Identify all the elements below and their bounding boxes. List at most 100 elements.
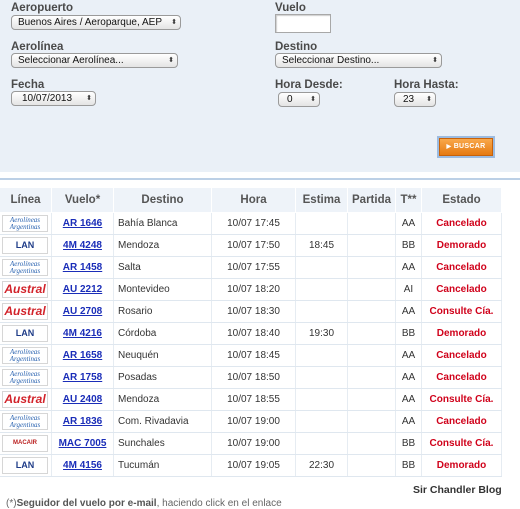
time-cell: 10/07 19:00 bbox=[212, 433, 296, 454]
footnote-prefix: (*) bbox=[6, 498, 17, 509]
airline-logo-aa: Aerolíneas Argentinas bbox=[2, 215, 48, 232]
airline-logo-austral: Austral bbox=[2, 303, 48, 320]
status-cell: Consulte Cía. bbox=[422, 389, 502, 410]
airline-logo-lan: LAN bbox=[2, 325, 48, 342]
table-row: Aerolíneas Argentinas AR 1758 Posadas 10/07 … bbox=[0, 367, 502, 389]
estimate-cell bbox=[296, 213, 348, 234]
hora-desde-value: 0 bbox=[287, 94, 293, 105]
flight-link[interactable]: 4M 4248 bbox=[52, 235, 114, 256]
destination-cell: Córdoba bbox=[114, 323, 212, 344]
flight-link[interactable]: AR 1658 bbox=[52, 345, 114, 366]
destino-select[interactable]: Seleccionar Destino... ⬍ bbox=[275, 53, 442, 68]
estimate-cell bbox=[296, 301, 348, 322]
chevron-updown-icon: ⬍ bbox=[310, 96, 316, 103]
airline-cell: Aerolíneas Argentinas bbox=[0, 257, 52, 278]
fecha-select[interactable]: 10/07/2013 ⬍ bbox=[11, 91, 96, 106]
time-cell: 10/07 17:50 bbox=[212, 235, 296, 256]
aeropuerto-select[interactable]: Buenos Aires / Aeroparque, AEP ⬍ bbox=[11, 15, 181, 30]
footnote: (*)Seguidor del vuelo por e-mail, hacien… bbox=[6, 498, 282, 509]
header-linea: Línea bbox=[0, 188, 52, 212]
flight-link[interactable]: 4M 4216 bbox=[52, 323, 114, 344]
estimate-cell bbox=[296, 367, 348, 388]
table-row: Austral AU 2708 Rosario 10/07 18:30 AA Consul… bbox=[0, 301, 502, 323]
time-cell: 10/07 18:55 bbox=[212, 389, 296, 410]
terminal-cell: AI bbox=[396, 279, 422, 300]
estimate-cell: 19:30 bbox=[296, 323, 348, 344]
status-cell: Cancelado bbox=[422, 213, 502, 234]
time-cell: 10/07 19:00 bbox=[212, 411, 296, 432]
flight-link[interactable]: AR 1458 bbox=[52, 257, 114, 278]
airline-cell: MACAIR bbox=[0, 433, 52, 454]
header-partida: Partida bbox=[348, 188, 396, 212]
flight-link[interactable]: AR 1836 bbox=[52, 411, 114, 432]
estimate-cell bbox=[296, 433, 348, 454]
header-destino: Destino bbox=[114, 188, 212, 212]
flight-link[interactable]: AR 1758 bbox=[52, 367, 114, 388]
hora-hasta-label: Hora Hasta: bbox=[394, 79, 459, 91]
flight-link[interactable]: AU 2212 bbox=[52, 279, 114, 300]
hora-desde-label: Hora Desde: bbox=[275, 79, 343, 91]
time-cell: 10/07 18:20 bbox=[212, 279, 296, 300]
airline-cell: LAN bbox=[0, 235, 52, 256]
hora-desde-select[interactable]: 0 ⬍ bbox=[278, 92, 320, 107]
chevron-updown-icon: ⬍ bbox=[86, 95, 92, 102]
flight-link[interactable]: 4M 4156 bbox=[52, 455, 114, 476]
airline-logo-austral: Austral bbox=[2, 281, 48, 298]
hora-hasta-select[interactable]: 23 ⬍ bbox=[394, 92, 436, 107]
table-top-divider bbox=[0, 178, 520, 180]
estimate-cell bbox=[296, 411, 348, 432]
aerolinea-select[interactable]: Seleccionar Aerolínea... ⬍ bbox=[11, 53, 178, 68]
flight-link[interactable]: MAC 7005 bbox=[52, 433, 114, 454]
airline-logo-mac: MACAIR bbox=[2, 435, 48, 452]
aeropuerto-label: Aeropuerto bbox=[11, 2, 73, 14]
fecha-label: Fecha bbox=[11, 79, 45, 91]
airline-logo-aa: Aerolíneas Argentinas bbox=[2, 369, 48, 386]
status-cell: Consulte Cía. bbox=[422, 433, 502, 454]
destination-cell: Salta bbox=[114, 257, 212, 278]
fecha-value: 10/07/2013 bbox=[22, 93, 73, 104]
table-row: MACAIR MAC 7005 Sunchales 10/07 19:00 BB Cons… bbox=[0, 433, 502, 455]
hora-hasta-value: 23 bbox=[403, 94, 415, 105]
destination-cell: Posadas bbox=[114, 367, 212, 388]
status-cell: Consulte Cía. bbox=[422, 301, 502, 322]
aeropuerto-value: Buenos Aires / Aeroparque, AEP bbox=[18, 17, 162, 28]
terminal-cell: AA bbox=[396, 213, 422, 234]
table-row: Aerolíneas Argentinas AR 1458 Salta 10/07 17… bbox=[0, 257, 502, 279]
chevron-updown-icon: ⬍ bbox=[432, 57, 438, 64]
terminal-cell: BB bbox=[396, 235, 422, 256]
time-cell: 10/07 19:05 bbox=[212, 455, 296, 476]
departure-cell bbox=[348, 411, 396, 432]
departure-cell bbox=[348, 213, 396, 234]
airline-logo-austral: Austral bbox=[2, 391, 48, 408]
departure-cell bbox=[348, 235, 396, 256]
departure-cell bbox=[348, 389, 396, 410]
aerolinea-value: Seleccionar Aerolínea... bbox=[18, 55, 124, 66]
destination-cell: Mendoza bbox=[114, 235, 212, 256]
table-row: Austral AU 2408 Mendoza 10/07 18:55 AA Consul… bbox=[0, 389, 502, 411]
terminal-cell: BB bbox=[396, 433, 422, 454]
airline-logo-aa: Aerolíneas Argentinas bbox=[2, 413, 48, 430]
estimate-cell: 22:30 bbox=[296, 455, 348, 476]
vuelo-label: Vuelo bbox=[275, 2, 306, 14]
flight-link[interactable]: AU 2408 bbox=[52, 389, 114, 410]
table-row: LAN 4M 4248 Mendoza 10/07 17:50 18:45 BB Demor… bbox=[0, 235, 502, 257]
search-arrow-icon: ▶ bbox=[446, 144, 452, 150]
table-row: Aerolíneas Argentinas AR 1836 Com. Rivadavi… bbox=[0, 411, 502, 433]
chevron-updown-icon: ⬍ bbox=[426, 96, 432, 103]
aerolinea-label: Aerolínea bbox=[11, 41, 64, 53]
status-cell: Cancelado bbox=[422, 411, 502, 432]
destination-cell: Rosario bbox=[114, 301, 212, 322]
airline-logo-lan: LAN bbox=[2, 237, 48, 254]
footnote-bold: Seguidor del vuelo por e-mail bbox=[16, 498, 157, 509]
aa-logo-line2: Argentinas bbox=[9, 421, 41, 429]
search-button[interactable]: ▶ BUSCAR bbox=[439, 138, 493, 156]
airline-cell: Aerolíneas Argentinas bbox=[0, 367, 52, 388]
departure-cell bbox=[348, 433, 396, 454]
flight-link[interactable]: AR 1646 bbox=[52, 213, 114, 234]
table-row: Aerolíneas Argentinas AR 1646 Bahía Blanca 1… bbox=[0, 213, 502, 235]
estimate-cell: 18:45 bbox=[296, 235, 348, 256]
aa-logo-line2: Argentinas bbox=[9, 223, 41, 231]
flight-link[interactable]: AU 2708 bbox=[52, 301, 114, 322]
vuelo-input[interactable] bbox=[275, 14, 331, 33]
airline-cell: Austral bbox=[0, 279, 52, 300]
